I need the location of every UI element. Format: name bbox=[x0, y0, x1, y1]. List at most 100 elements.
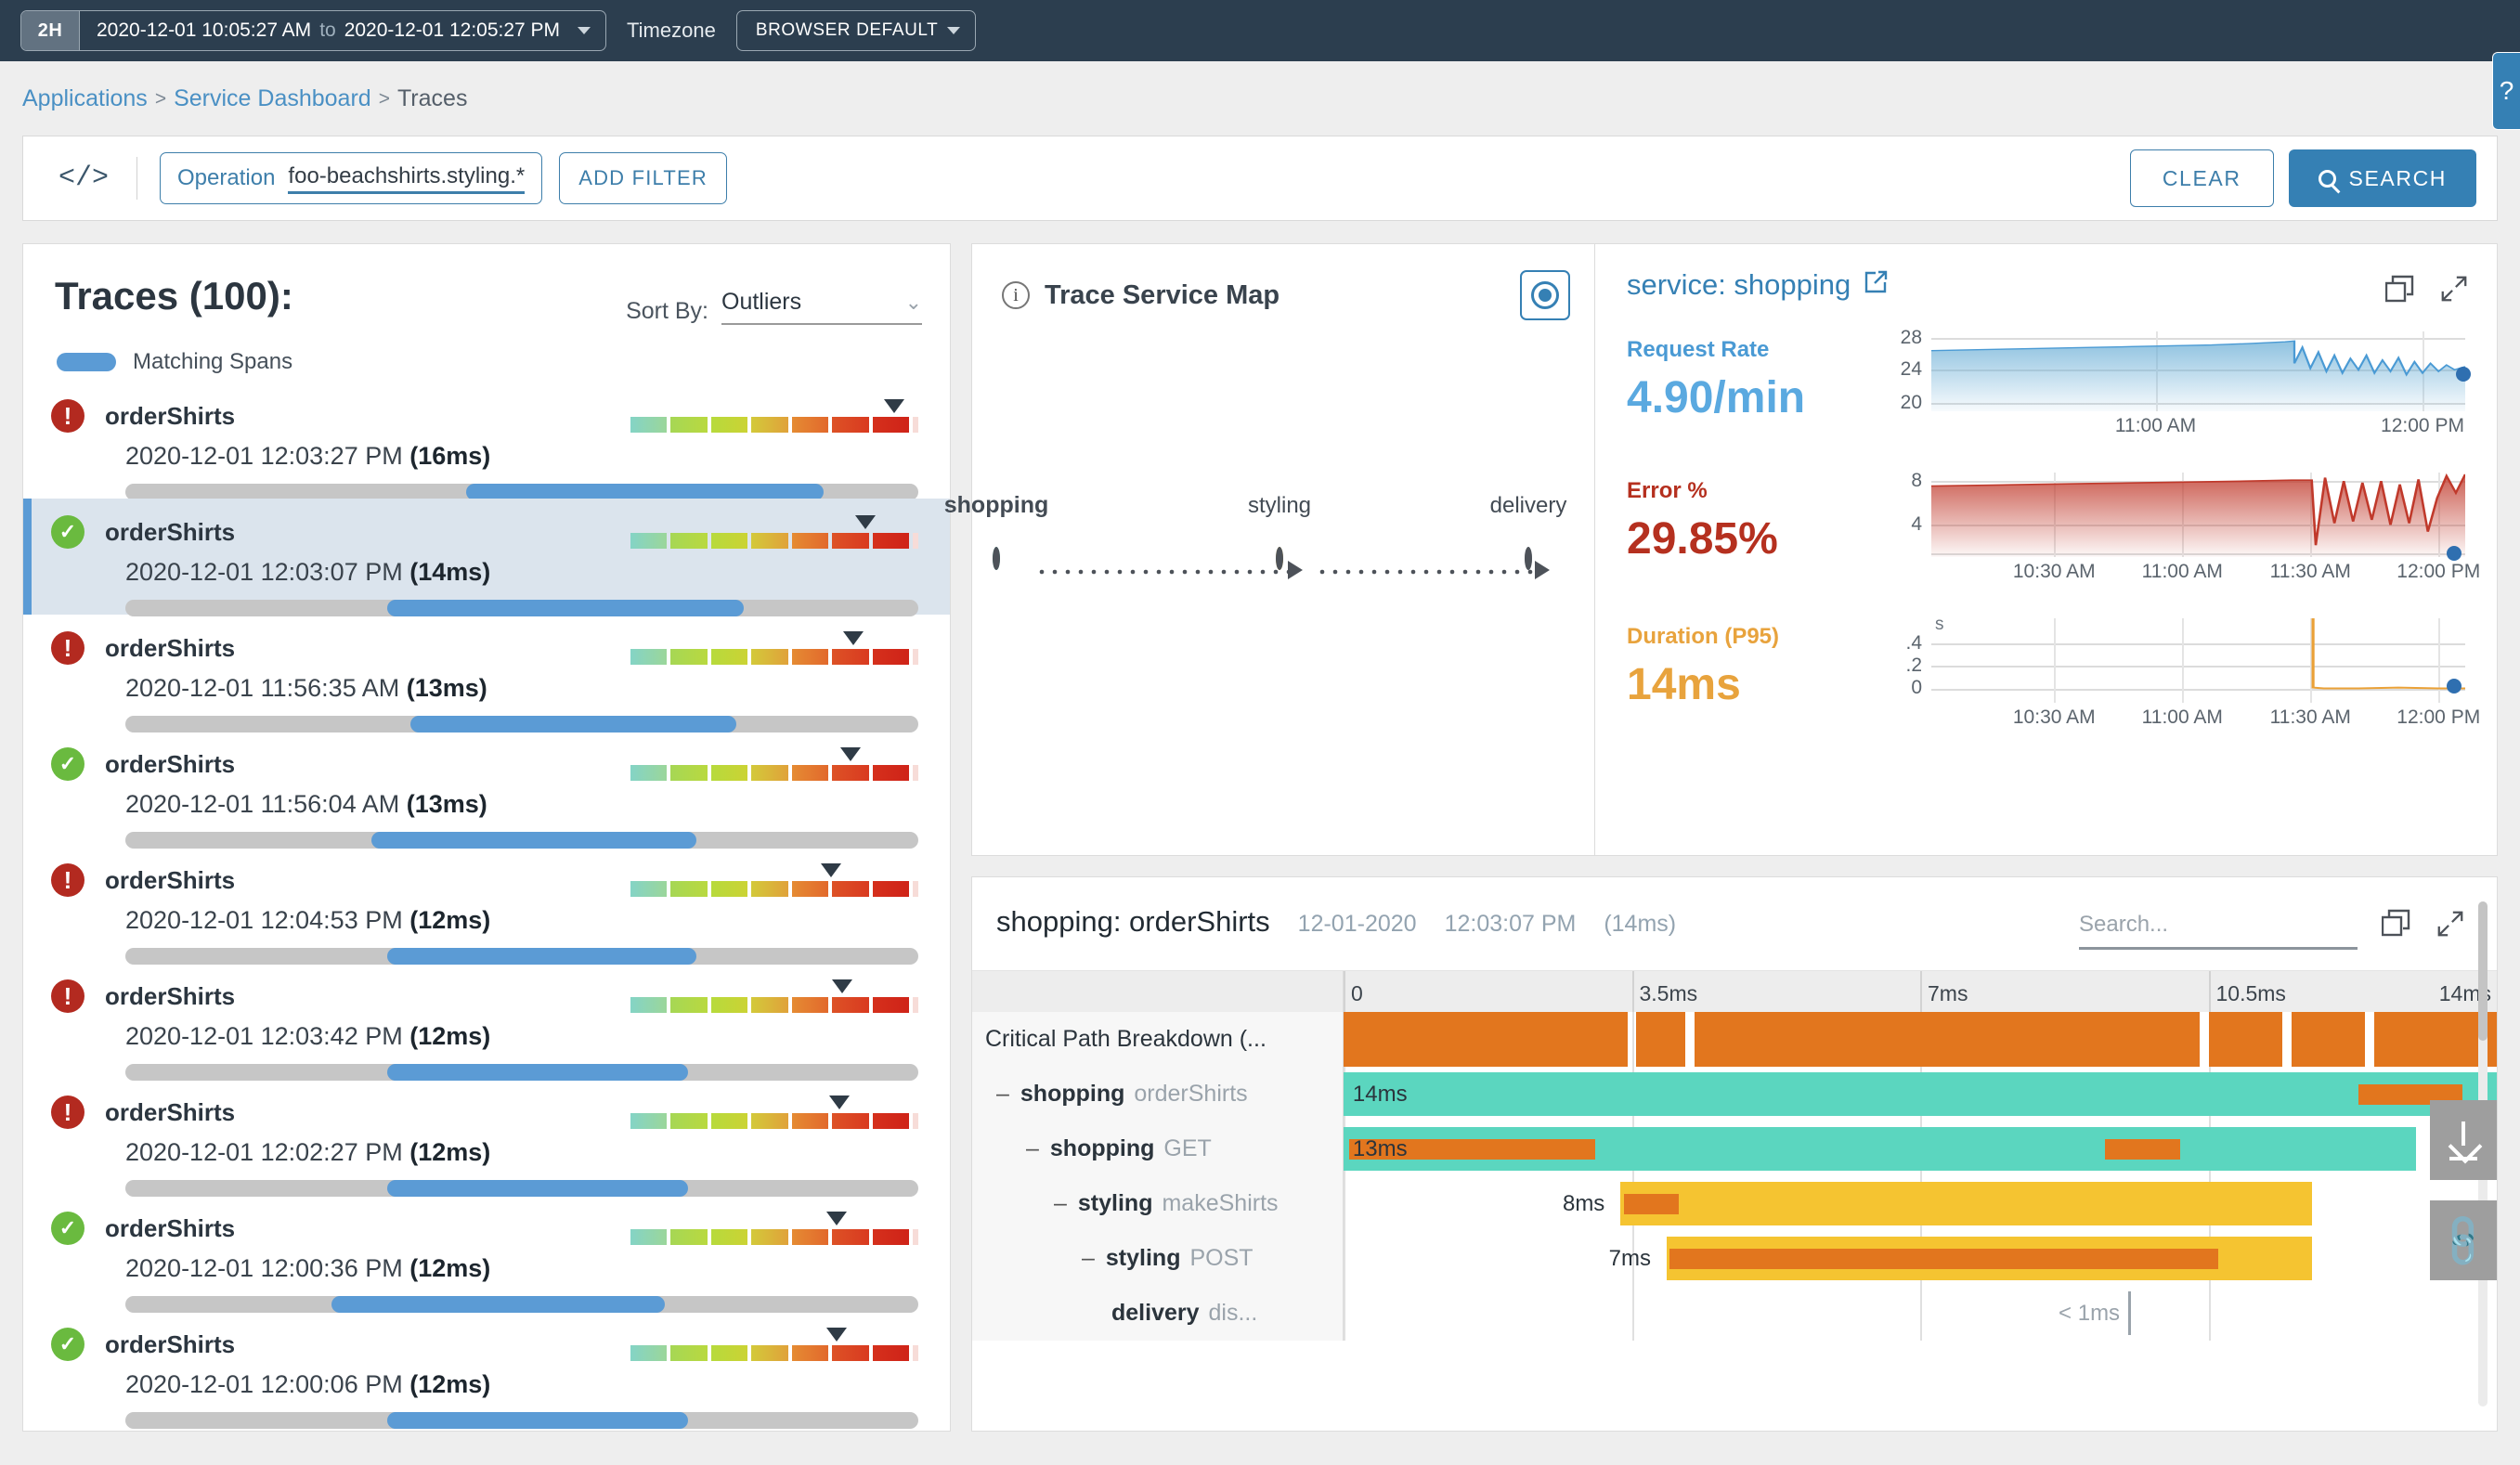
trace-detail-date: 12-01-2020 bbox=[1297, 911, 1417, 937]
search-icon bbox=[2318, 169, 2336, 188]
detail-scrollbar-thumb[interactable] bbox=[2478, 901, 2488, 1041]
gantt-row-label[interactable]: Critical Path Breakdown (... bbox=[972, 1012, 1343, 1067]
map-arrow-2-icon bbox=[1535, 561, 1550, 579]
quick-range-button[interactable]: 2H bbox=[21, 11, 79, 50]
trace-row[interactable]: ✓ orderShirts 2020-12-01 12:03:07 PM (14ms… bbox=[23, 499, 950, 616]
gantt-chart: Critical Path Breakdown (... – shopping ord… bbox=[972, 970, 2497, 1341]
add-filter-button[interactable]: ADD FILTER bbox=[559, 152, 727, 204]
collapse-toggle-icon[interactable]: – bbox=[1082, 1245, 1095, 1272]
sort-select[interactable]: Outliers ⌄ bbox=[721, 289, 922, 325]
breadcrumb-service-dashboard[interactable]: Service Dashboard bbox=[174, 85, 371, 112]
time-range-picker[interactable]: 2H 2020-12-01 10:05:27 AM to 2020-12-01 … bbox=[20, 10, 607, 51]
clear-button[interactable]: CLEAR bbox=[2129, 149, 2274, 207]
map-focus-toggle[interactable] bbox=[1520, 270, 1570, 320]
map-node-shopping[interactable]: shopping bbox=[944, 492, 1048, 570]
error-pct-sparkline[interactable]: 8 4 10:30 AM 11:00 AM 11:30 AM 12:00 PM bbox=[1877, 470, 2480, 589]
metric-title: Duration (P95) bbox=[1627, 624, 1780, 649]
trace-name: orderShirts bbox=[105, 1329, 236, 1358]
download-button[interactable] bbox=[2430, 1100, 2497, 1180]
range-to-word: to bbox=[319, 19, 336, 41]
code-icon[interactable]: </> bbox=[44, 162, 120, 194]
timezone-select[interactable]: BROWSER DEFAULT bbox=[735, 10, 977, 51]
help-button[interactable]: ? bbox=[2492, 52, 2520, 130]
search-button[interactable]: SEARCH bbox=[2288, 149, 2476, 207]
y-tick: 0 bbox=[1911, 676, 1922, 698]
collapse-toggle-icon[interactable]: – bbox=[1026, 1135, 1039, 1162]
external-link-icon bbox=[1864, 268, 1888, 302]
trace-list[interactable]: ! orderShirts 2020-12-01 12:03:27 PM (16ms… bbox=[23, 382, 950, 1429]
trace-timestamp: 2020-12-01 12:00:36 PM bbox=[125, 1254, 403, 1282]
gantt-time-ruler: 0 3.5ms 7ms 10.5ms 14ms bbox=[1344, 971, 2497, 1012]
x-tick: 11:00 AM bbox=[2141, 707, 2223, 728]
gantt-row-label[interactable]: – shopping GET bbox=[972, 1121, 1343, 1176]
matching-spans-bar bbox=[125, 1412, 918, 1429]
span-bar[interactable] bbox=[1620, 1182, 2313, 1225]
span-bar[interactable] bbox=[1344, 1072, 2497, 1116]
sort-control[interactable]: Sort By: Outliers ⌄ bbox=[626, 274, 922, 325]
trace-row[interactable]: ! orderShirts 2020-12-01 12:03:27 PM (16ms… bbox=[23, 382, 950, 500]
trace-row[interactable]: ! orderShirts 2020-12-01 12:04:53 PM (12ms… bbox=[23, 847, 950, 965]
span-duration-label: < 1ms bbox=[2059, 1300, 2121, 1326]
breadcrumb-traces: Traces bbox=[396, 85, 468, 111]
gantt-bar-row[interactable]: 14ms bbox=[1344, 1067, 2497, 1121]
expand-icon[interactable] bbox=[2439, 274, 2469, 308]
span-duration-label: 14ms bbox=[1352, 1081, 1408, 1107]
trace-detail-header: shopping: orderShirts 12-01-2020 12:03:0… bbox=[972, 877, 2497, 950]
sort-label: Sort By: bbox=[626, 298, 708, 324]
gantt-row-labels[interactable]: Critical Path Breakdown (... – shopping ord… bbox=[972, 971, 1344, 1341]
gantt-bar-row[interactable]: 7ms bbox=[1344, 1231, 2497, 1286]
trace-row[interactable]: ✓ orderShirts 2020-12-01 12:00:06 PM (12ms… bbox=[23, 1311, 950, 1429]
map-arrow-1-icon bbox=[1288, 561, 1303, 579]
gantt-row-label[interactable]: delivery dis... bbox=[972, 1286, 1343, 1341]
trace-duration: (12ms) bbox=[409, 1254, 491, 1282]
info-icon[interactable]: i bbox=[1002, 281, 1030, 309]
map-node-styling[interactable]: styling bbox=[1248, 493, 1311, 570]
trace-timestamp: 2020-12-01 12:03:27 PM bbox=[125, 442, 403, 470]
gantt-row-label[interactable]: – styling POST bbox=[972, 1231, 1343, 1286]
span-bar[interactable] bbox=[1666, 1237, 2313, 1280]
trace-row[interactable]: ✓ orderShirts 2020-12-01 11:56:04 AM (13ms… bbox=[23, 731, 950, 849]
breadcrumb-separator: > bbox=[378, 87, 390, 110]
y-axis: 28 24 20 bbox=[1877, 327, 1929, 414]
gantt-plot[interactable]: 0 3.5ms 7ms 10.5ms 14ms 14ms 13ms 8ms 7ms < … bbox=[1344, 971, 2497, 1341]
time-range-display[interactable]: 2020-12-01 10:05:27 AM to 2020-12-01 12:… bbox=[79, 11, 605, 50]
service-link[interactable]: service: shopping bbox=[1627, 268, 2465, 302]
gantt-bars: 14ms 13ms 8ms 7ms < 1ms bbox=[1344, 1012, 2497, 1341]
trace-search-input[interactable]: Search... bbox=[2079, 912, 2358, 950]
span-service: styling bbox=[1077, 1190, 1153, 1216]
gantt-bar-row[interactable] bbox=[1344, 1012, 2497, 1067]
collapse-toggle-icon[interactable]: – bbox=[996, 1081, 1009, 1108]
span-bar[interactable] bbox=[1344, 1127, 2417, 1171]
current-value-dot bbox=[2447, 546, 2462, 561]
error-status-icon: ! bbox=[51, 1096, 84, 1129]
duration-p95-sparkline[interactable]: s .4 .2 0 10:30 AM 11:00 AM 11:30 AM 12:… bbox=[1877, 615, 2480, 734]
trace-row[interactable]: ! orderShirts 2020-12-01 12:03:42 PM (12ms… bbox=[23, 963, 950, 1081]
trace-timestamp-row: 2020-12-01 11:56:35 AM (13ms) bbox=[51, 665, 918, 703]
service-map-canvas[interactable]: shopping styling delivery bbox=[944, 320, 1594, 766]
gantt-bar-row[interactable]: < 1ms bbox=[1344, 1286, 2497, 1341]
map-node-delivery[interactable]: delivery bbox=[1490, 493, 1566, 570]
service-link-label: service: shopping bbox=[1627, 268, 1851, 301]
heat-marker-icon bbox=[843, 631, 864, 645]
duplicate-icon[interactable] bbox=[2384, 275, 2415, 307]
trace-row[interactable]: ! orderShirts 2020-12-01 12:02:27 PM (12ms… bbox=[23, 1079, 950, 1197]
duplicate-icon[interactable] bbox=[2381, 909, 2411, 943]
trace-row[interactable]: ! orderShirts 2020-12-01 11:56:35 AM (13ms… bbox=[23, 615, 950, 732]
gantt-row-label[interactable]: – shopping orderShirts bbox=[972, 1067, 1343, 1121]
gantt-row-label[interactable]: – styling makeShirts bbox=[972, 1176, 1343, 1231]
operation-filter-chip[interactable]: Operation foo-beachshirts.styling.* bbox=[160, 152, 543, 204]
gantt-bar-row[interactable]: 8ms bbox=[1344, 1176, 2497, 1231]
span-operation: makeShirts bbox=[1162, 1190, 1279, 1216]
breadcrumb-applications[interactable]: Applications bbox=[22, 85, 148, 112]
expand-icon[interactable] bbox=[2436, 909, 2465, 943]
y-tick: .2 bbox=[1905, 654, 1922, 676]
filter-value[interactable]: foo-beachshirts.styling.* bbox=[288, 163, 526, 194]
collapse-toggle-icon[interactable]: – bbox=[1054, 1190, 1067, 1217]
copy-link-button[interactable]: 🔗 bbox=[2430, 1200, 2497, 1280]
trace-row[interactable]: ✓ orderShirts 2020-12-01 12:00:36 PM (12ms… bbox=[23, 1195, 950, 1313]
success-status-icon: ✓ bbox=[51, 1328, 84, 1361]
error-status-icon: ! bbox=[51, 399, 84, 433]
gantt-bar-row[interactable]: 13ms bbox=[1344, 1121, 2497, 1176]
request-rate-sparkline[interactable]: 28 24 20 11:00 AM 12:00 PM bbox=[1877, 327, 2471, 443]
heat-marker-icon bbox=[832, 979, 852, 993]
